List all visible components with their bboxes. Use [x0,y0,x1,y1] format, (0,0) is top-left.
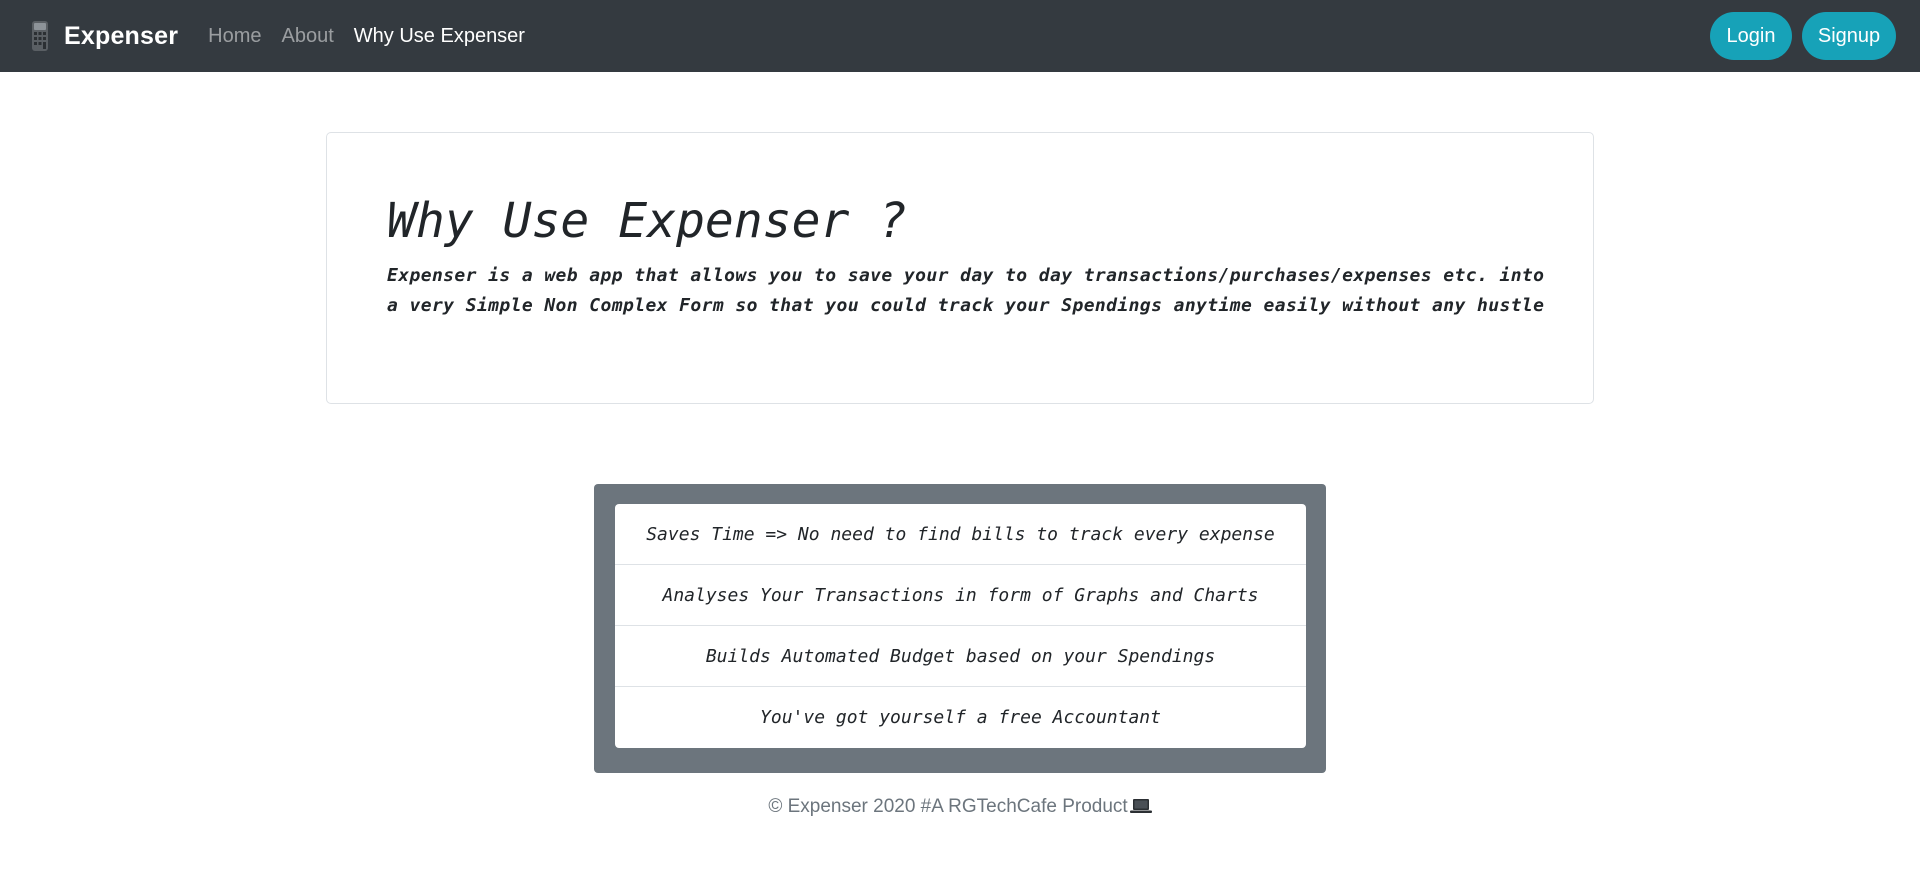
why-use-jumbotron: Why Use Expenser ? Expenser is a web app… [326,132,1594,404]
signup-button[interactable]: Signup [1802,12,1896,60]
feature-item-automated-budget: Builds Automated Budget based on your Sp… [615,626,1306,687]
feature-item-free-accountant: You've got yourself a free Accountant [760,707,1161,728]
feature-list: Saves Time => No need to find bills to t… [615,504,1306,748]
intro-text-line-1: Expenser is a web app that allows you to… [387,264,1545,286]
nav-link-why-use-expenser[interactable]: Why Use Expenser [354,25,525,48]
intro-text-line-2: a very Simple Non Complex Form so that y… [387,294,1545,316]
footer: © Expenser 2020 #A RGTechCafe Product [0,796,1920,818]
feature-item-saves-time: Saves Time => No need to find bills to t… [615,504,1306,565]
brand-name: Expenser [64,21,179,50]
footer-text: © Expenser 2020 #A RGTechCafe Product [768,796,1128,817]
nav-link-about[interactable]: About [282,25,334,48]
auth-buttons: Login Signup [1700,12,1896,60]
login-button[interactable]: Login [1710,12,1792,60]
nav-link-home[interactable]: Home [208,25,261,48]
feature-item-analyses-transactions: Analyses Your Transactions in form of Gr… [615,565,1306,626]
features-panel: Saves Time => No need to find bills to t… [594,484,1326,773]
laptop-icon [1129,799,1152,813]
intro-text: Expenser is a web app that allows you to… [387,261,1545,321]
nav-links: Home About Why Use Expenser [208,25,545,48]
top-navbar: Expenser Home About Why Use Expenser Log… [0,0,1920,72]
calculator-icon [32,21,48,51]
brand-link[interactable]: Expenser [30,20,178,52]
page-title: Why Use Expenser ? [387,193,908,249]
